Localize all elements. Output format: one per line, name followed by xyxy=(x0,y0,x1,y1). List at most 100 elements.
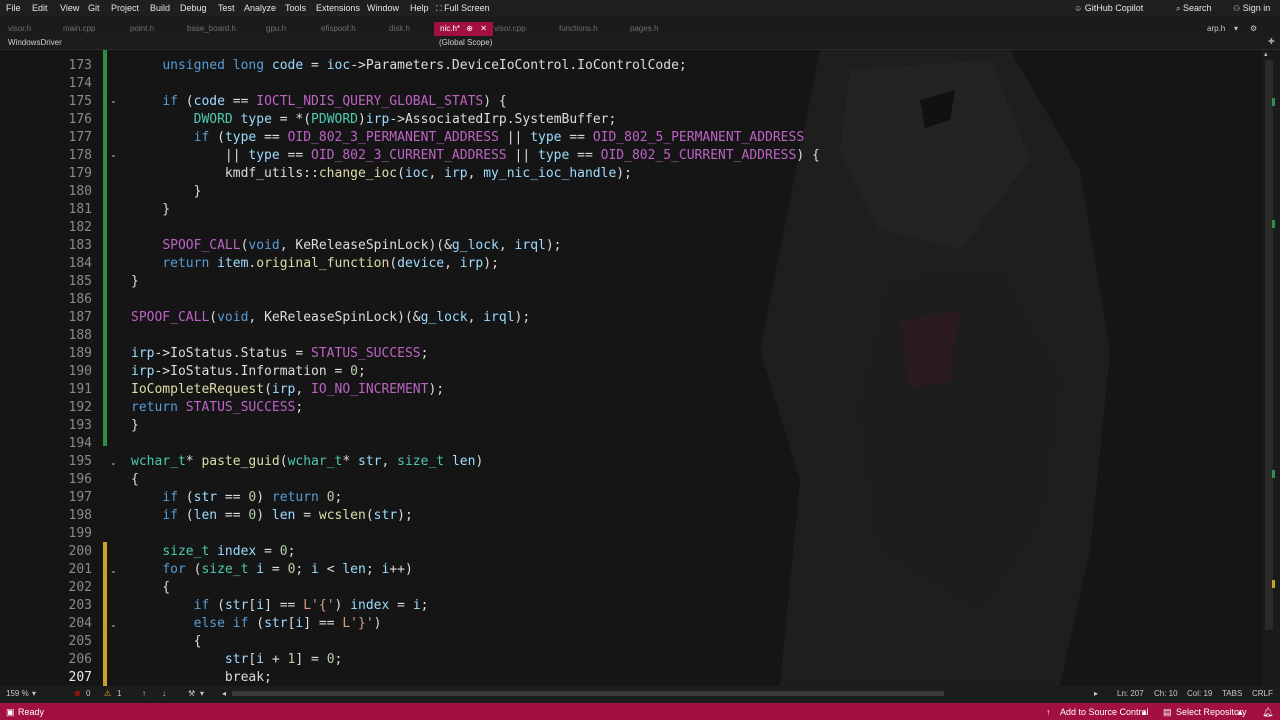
code-line[interactable]: 204 else if (str[i] == L'}') xyxy=(0,615,1262,633)
code-line[interactable]: 193} xyxy=(0,417,1262,435)
tab-visor-h[interactable]: visor.h xyxy=(8,24,31,33)
code-line[interactable]: 189 irp->IoStatus.Status = STATUS_SUCCESS… xyxy=(0,345,1262,363)
tab-base-board-h[interactable]: base_board.h xyxy=(187,24,236,33)
code-line[interactable]: 179 kmdf_utils::change_ioc(ioc, irp, my_… xyxy=(0,165,1262,183)
menu-project[interactable]: Project xyxy=(111,3,139,13)
code-line[interactable]: 202 { xyxy=(0,579,1262,597)
code-line[interactable]: 200 size_t index = 0; xyxy=(0,543,1262,561)
code-line[interactable]: 195 wchar_t* paste_guid(wchar_t* str, siz… xyxy=(0,453,1262,471)
code-text[interactable]: if (str == 0) return 0; xyxy=(131,489,342,507)
menu-git[interactable]: Git xyxy=(88,3,100,13)
tab-main-cpp[interactable]: main.cpp xyxy=(63,24,95,33)
tab-functions-h[interactable]: functions.h xyxy=(559,24,598,33)
tab-efispoof-h[interactable]: efispoof.h xyxy=(321,24,356,33)
code-text[interactable]: irp->IoStatus.Information = 0; xyxy=(131,363,366,381)
code-text[interactable]: DWORD type = *(PDWORD)irp->AssociatedIrp… xyxy=(131,111,617,129)
code-line[interactable]: 188 xyxy=(0,327,1262,345)
code-text[interactable]: if (str[i] == L'{') index = i; xyxy=(131,597,429,615)
menu-window[interactable]: Window xyxy=(367,3,399,13)
code-text[interactable]: unsigned long code = ioc->Parameters.Dev… xyxy=(131,57,686,75)
zoom-level[interactable]: 159 % xyxy=(6,689,29,698)
vertical-scrollbar[interactable]: ▴ xyxy=(1262,50,1280,686)
code-line[interactable]: 194 xyxy=(0,435,1262,453)
scroll-up-icon[interactable]: ▴ xyxy=(1264,50,1268,58)
code-text[interactable]: SPOOF_CALL(void, KeReleaseSpinLock)(&g_l… xyxy=(131,237,561,255)
scope-selector[interactable]: (Global Scope) xyxy=(439,38,492,47)
code-line[interactable]: 182 xyxy=(0,219,1262,237)
code-editor[interactable]: ⌄ ⌄ ⌄ ⌄ ⌄ 173 unsigned long code = ioc->… xyxy=(0,50,1262,686)
code-text[interactable]: if (len == 0) len = wcslen(str); xyxy=(131,507,413,525)
cleanup-dropdown-icon[interactable]: ▾ xyxy=(200,689,204,698)
split-editor-icon[interactable]: ✚ xyxy=(1268,37,1275,46)
menu-test[interactable]: Test xyxy=(218,3,235,13)
menu-extensions[interactable]: Extensions xyxy=(316,3,360,13)
indentation-indicator[interactable]: TABS xyxy=(1222,689,1242,698)
code-line[interactable]: 184 return item.original_function(device… xyxy=(0,255,1262,273)
project-selector[interactable]: WindowsDriver xyxy=(8,38,62,47)
line-ending-indicator[interactable]: CRLF xyxy=(1252,689,1273,698)
code-line[interactable]: 206 str[i + 1] = 0; xyxy=(0,651,1262,669)
tab-arp-h[interactable]: arp.h xyxy=(1207,24,1225,33)
code-text[interactable]: IoCompleteRequest(irp, IO_NO_INCREMENT); xyxy=(131,381,444,399)
code-text[interactable]: return item.original_function(device, ir… xyxy=(131,255,499,273)
error-icon[interactable]: ⊗ xyxy=(74,689,81,698)
code-line[interactable]: 197 if (str == 0) return 0; xyxy=(0,489,1262,507)
code-line[interactable]: 187 SPOOF_CALL(void, KeReleaseSpinLock)(&… xyxy=(0,309,1262,327)
code-line[interactable]: 190 irp->IoStatus.Information = 0; xyxy=(0,363,1262,381)
nav-back-icon[interactable]: ↑ xyxy=(142,689,146,698)
scrollbar-thumb[interactable] xyxy=(1265,60,1273,630)
tab-list-dropdown-icon[interactable]: ▾ xyxy=(1234,24,1238,33)
cleanup-icon[interactable]: ⚒ xyxy=(188,689,195,698)
code-text[interactable]: else if (str[i] == L'}') xyxy=(131,615,382,633)
code-text[interactable]: SPOOF_CALL(void, KeReleaseSpinLock)(&g_l… xyxy=(131,309,530,327)
code-line[interactable]: 186 xyxy=(0,291,1262,309)
menu-file[interactable]: File xyxy=(6,3,21,13)
code-text[interactable]: || type == OID_802_3_CURRENT_ADDRESS || … xyxy=(131,147,820,165)
code-text[interactable]: if (code == IOCTL_NDIS_QUERY_GLOBAL_STAT… xyxy=(131,93,506,111)
tab-pages-h[interactable]: pages.h xyxy=(630,24,658,33)
code-line[interactable]: 176 DWORD type = *(PDWORD)irp->Associate… xyxy=(0,111,1262,129)
code-line[interactable]: 192 return STATUS_SUCCESS; xyxy=(0,399,1262,417)
close-icon[interactable]: ✕ xyxy=(480,24,487,33)
code-line[interactable]: 196 { xyxy=(0,471,1262,489)
menu-build[interactable]: Build xyxy=(150,3,170,13)
code-line[interactable]: 185} xyxy=(0,273,1262,291)
code-text[interactable]: for (size_t i = 0; i < len; i++) xyxy=(131,561,413,579)
horizontal-scrollbar[interactable] xyxy=(232,691,944,696)
code-text[interactable]: { xyxy=(131,633,202,651)
code-line[interactable]: 180 } xyxy=(0,183,1262,201)
column-indicator[interactable]: Col: 19 xyxy=(1187,689,1212,698)
code-text[interactable]: break; xyxy=(131,669,272,686)
tab-gpu-h[interactable]: gpu.h xyxy=(266,24,286,33)
code-line[interactable]: 174 xyxy=(0,75,1262,93)
tab-nic-h[interactable]: nic.h* ⊕ ✕ xyxy=(434,22,493,36)
notifications-icon[interactable]: 🔔︎ xyxy=(1262,707,1273,718)
warning-count[interactable]: 1 xyxy=(117,689,121,698)
search-button[interactable]: ⌕ Search xyxy=(1176,3,1212,14)
menu-tools[interactable]: Tools xyxy=(285,3,306,13)
code-line[interactable]: 191 IoCompleteRequest(irp, IO_NO_INCREMEN… xyxy=(0,381,1262,399)
char-indicator[interactable]: Ch: 10 xyxy=(1154,689,1178,698)
code-text[interactable]: irp->IoStatus.Status = STATUS_SUCCESS; xyxy=(131,345,428,363)
code-text[interactable]: size_t index = 0; xyxy=(131,543,295,561)
warning-icon[interactable]: ⚠ xyxy=(104,689,111,698)
menu-view[interactable]: View xyxy=(60,3,79,13)
code-line[interactable]: 203 if (str[i] == L'{') index = i; xyxy=(0,597,1262,615)
code-text[interactable]: wchar_t* paste_guid(wchar_t* str, size_t… xyxy=(131,453,483,471)
line-number-indicator[interactable]: Ln: 207 xyxy=(1117,689,1144,698)
code-text[interactable]: if (type == OID_802_3_PERMANENT_ADDRESS … xyxy=(131,129,805,147)
settings-icon[interactable]: ⚙ xyxy=(1250,24,1257,33)
code-text[interactable]: } xyxy=(131,417,139,435)
code-line[interactable]: 177 if (type == OID_802_3_PERMANENT_ADDR… xyxy=(0,129,1262,147)
code-line[interactable]: 198 if (len == 0) len = wcslen(str); xyxy=(0,507,1262,525)
zoom-dropdown-icon[interactable]: ▾ xyxy=(32,689,36,698)
nav-forward-icon[interactable]: ↓ xyxy=(162,689,166,698)
menu-edit[interactable]: Edit xyxy=(32,3,48,13)
scroll-right-icon[interactable]: ▸ xyxy=(1094,689,1098,698)
code-text[interactable]: { xyxy=(131,579,170,597)
fullscreen-button[interactable]: ⛶ Full Screen xyxy=(436,3,490,14)
code-line[interactable]: 201 for (size_t i = 0; i < len; i++) xyxy=(0,561,1262,579)
copilot-button[interactable]: ☺ GitHub Copilot xyxy=(1074,3,1143,13)
code-line[interactable]: 205 { xyxy=(0,633,1262,651)
code-line[interactable]: 207 break; xyxy=(0,669,1262,686)
